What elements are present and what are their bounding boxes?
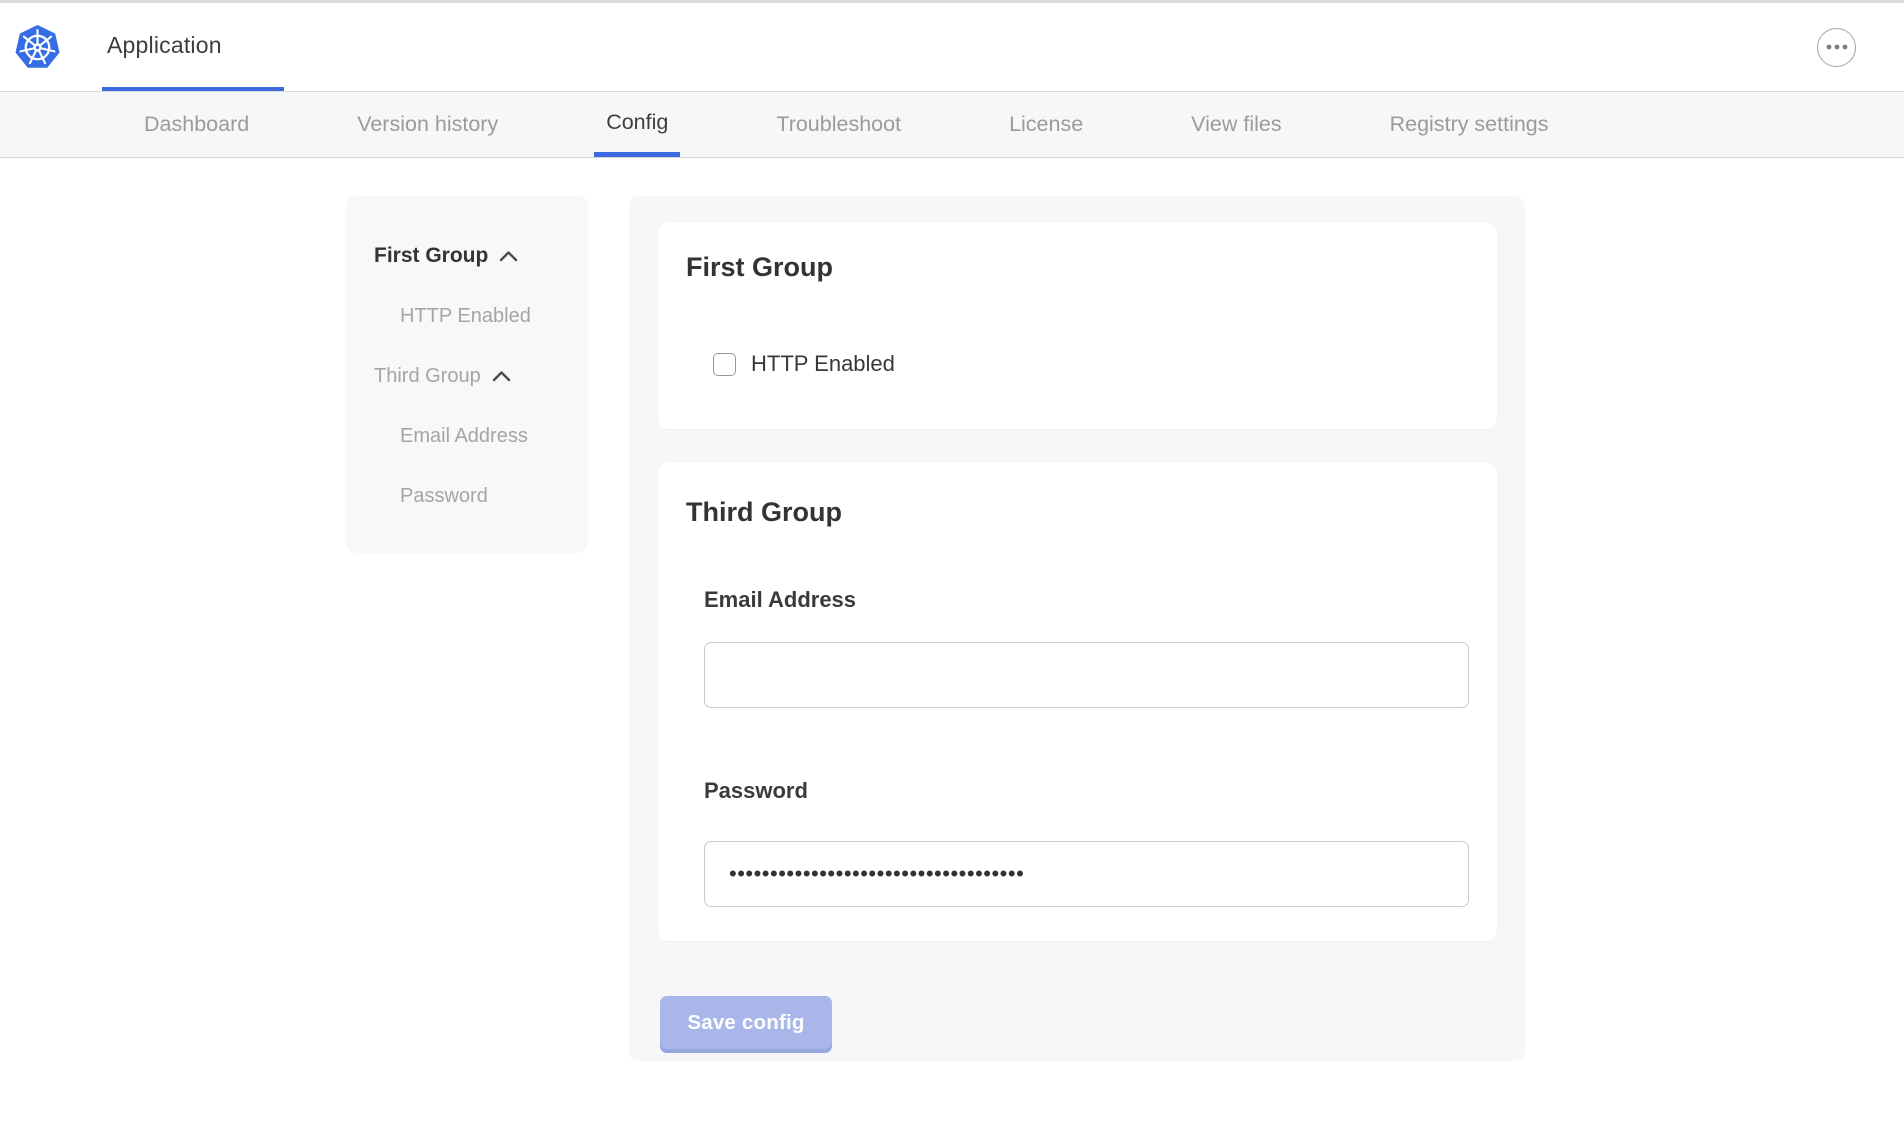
tab-dashboard[interactable]: Dashboard: [132, 92, 261, 157]
http-enabled-checkbox[interactable]: [713, 353, 736, 376]
sidebar-item-label: HTTP Enabled: [400, 305, 531, 328]
password-input[interactable]: [704, 841, 1469, 907]
sidebar-item-label: Email Address: [400, 425, 528, 448]
app-header: Application: [0, 3, 1904, 92]
sidebar-item-first-group[interactable]: First Group: [374, 226, 578, 286]
email-address-input[interactable]: [704, 642, 1469, 708]
tab-view-files[interactable]: View files: [1179, 92, 1293, 157]
app-tab-label: Application: [107, 32, 222, 59]
sidebar-item-password[interactable]: Password: [374, 466, 578, 526]
password-label: Password: [704, 780, 1469, 802]
chevron-up-icon: [499, 250, 518, 262]
group-title: First Group: [686, 251, 1469, 283]
save-config-button[interactable]: Save config: [660, 996, 832, 1049]
config-page: First Group HTTP Enabled Third Group Ema…: [0, 158, 1904, 1061]
ellipsis-icon: [1826, 44, 1848, 50]
overflow-menu-button[interactable]: [1817, 28, 1856, 67]
group-title: Third Group: [686, 496, 1469, 528]
http-enabled-label[interactable]: HTTP Enabled: [751, 351, 895, 377]
sidebar-item-third-group[interactable]: Third Group: [374, 346, 578, 406]
tab-troubleshoot[interactable]: Troubleshoot: [764, 92, 913, 157]
sidebar-item-label: First Group: [374, 244, 488, 268]
config-group-card-third: Third Group Email Address Password: [658, 463, 1497, 941]
http-enabled-field: HTTP Enabled: [713, 351, 1469, 377]
tab-config[interactable]: Config: [594, 92, 680, 157]
tab-license[interactable]: License: [997, 92, 1095, 157]
email-address-label: Email Address: [704, 589, 1469, 611]
config-panel: First Group HTTP Enabled Third Group Ema…: [629, 196, 1525, 1061]
sidebar-item-label: Password: [400, 485, 488, 508]
subnav-bar: Dashboard Version history Config Trouble…: [0, 92, 1904, 158]
tab-version-history[interactable]: Version history: [345, 92, 510, 157]
tab-registry-settings[interactable]: Registry settings: [1378, 92, 1561, 157]
chevron-up-icon: [492, 370, 511, 382]
app-tab-application[interactable]: Application: [102, 3, 284, 91]
sidebar-item-http-enabled[interactable]: HTTP Enabled: [374, 286, 578, 346]
config-group-card-first: First Group HTTP Enabled: [658, 223, 1497, 429]
sidebar-item-email-address[interactable]: Email Address: [374, 406, 578, 466]
config-group-sidebar: First Group HTTP Enabled Third Group Ema…: [346, 196, 588, 553]
sidebar-item-label: Third Group: [374, 365, 481, 388]
kubernetes-logo-icon: [14, 24, 61, 71]
